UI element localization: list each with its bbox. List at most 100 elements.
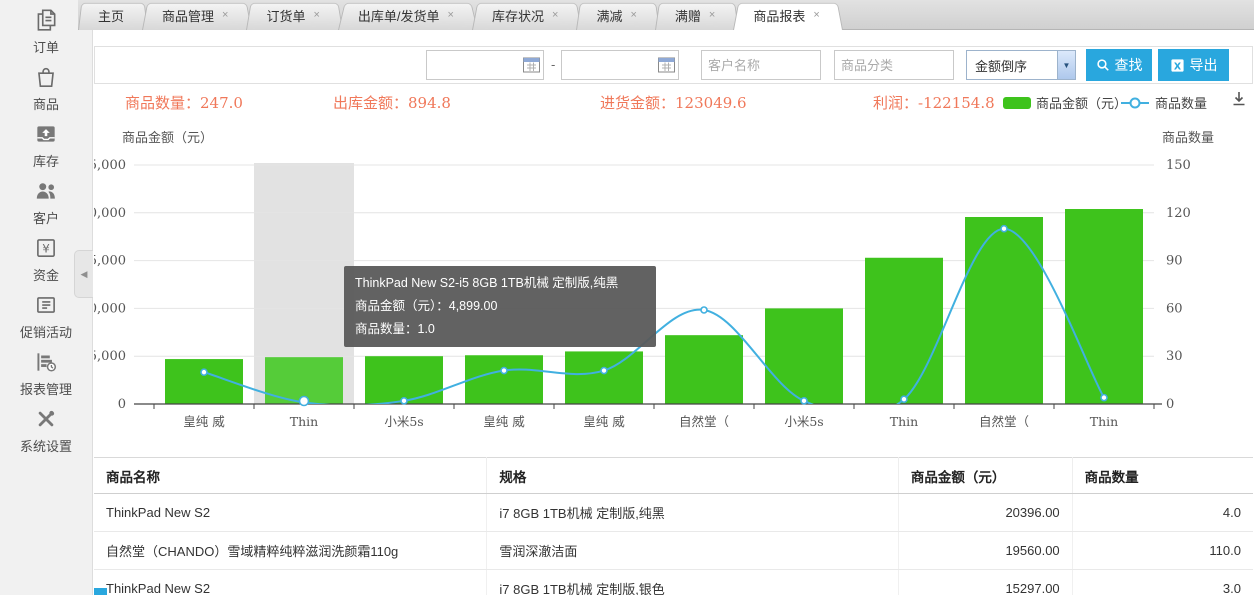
tab-gift[interactable]: 满赠×	[655, 0, 739, 30]
svg-text:120: 120	[1166, 206, 1191, 221]
main-content: - 金额倒序 ▼ 查找 X 导出 商品数量：247.0 出库金额：894.8 进…	[94, 30, 1254, 595]
svg-text:小米5s: 小米5s	[784, 414, 823, 429]
svg-text:小米5s: 小米5s	[384, 414, 423, 429]
export-button[interactable]: X 导出	[1158, 49, 1229, 81]
report-chart[interactable]: 005,0003010,0006015,0009020,00012025,000…	[94, 128, 1253, 444]
reports-icon	[33, 349, 59, 375]
product-category-input[interactable]	[834, 50, 954, 80]
sidebar-collapse-handle[interactable]: ◀	[74, 250, 93, 298]
tab-outbound-shipment[interactable]: 出库单/发货单×	[338, 0, 478, 30]
date-from-input[interactable]	[427, 51, 519, 79]
svg-text:皇纯 威: 皇纯 威	[483, 414, 525, 429]
svg-text:5,000: 5,000	[94, 349, 126, 364]
svg-text:150: 150	[1166, 158, 1191, 173]
sidebar-item-label: 商品	[33, 94, 59, 113]
products-icon	[33, 64, 59, 90]
tooltip-quantity: 商品数量：1.0	[355, 318, 645, 341]
search-icon	[1096, 58, 1110, 72]
svg-text:20,000: 20,000	[94, 206, 126, 221]
sidebar-item-products[interactable]: 商品	[0, 57, 92, 114]
chart-svg[interactable]: 005,0003010,0006015,0009020,00012025,000…	[94, 128, 1253, 444]
tab-discount[interactable]: 满减×	[576, 0, 660, 30]
col-spec: 规格	[487, 458, 898, 494]
legend-amount[interactable]: 商品金额（元）	[1003, 93, 1127, 112]
svg-text:10,000: 10,000	[94, 301, 126, 316]
date-to-input[interactable]	[562, 51, 654, 79]
svg-text:15,000: 15,000	[94, 254, 126, 269]
sidebar-item-label: 库存	[33, 151, 59, 170]
svg-text:Thin: Thin	[1090, 414, 1118, 429]
close-icon[interactable]: ×	[552, 10, 558, 21]
partial-footer-element	[94, 588, 107, 595]
date-from-field[interactable]	[426, 50, 544, 80]
table-row[interactable]: 自然堂（CHANDO）雪域精粹纯粹滋润洗颜霜110g 雪润深澈洁面 19560.…	[94, 532, 1253, 570]
settings-icon	[33, 406, 59, 432]
stat-purchase-amount: 进货金额：123049.6	[600, 92, 747, 113]
svg-text:25,000: 25,000	[94, 158, 126, 173]
svg-text:自然堂（: 自然堂（	[979, 414, 1029, 429]
inventory-icon	[33, 121, 59, 147]
excel-export-icon: X	[1170, 58, 1185, 73]
sidebar-item-label: 报表管理	[20, 379, 72, 398]
svg-text:自然堂（: 自然堂（	[679, 414, 729, 429]
svg-text:60: 60	[1166, 301, 1183, 316]
stat-outbound-amount: 出库金额：894.8	[333, 92, 451, 113]
stat-profit: 利润：-122154.8	[873, 92, 995, 113]
close-icon[interactable]: ×	[448, 10, 454, 21]
close-icon[interactable]: ×	[813, 10, 819, 21]
legend-quantity[interactable]: 商品数量	[1120, 93, 1207, 112]
date-range-separator: -	[551, 57, 555, 72]
chart-tooltip: ThinkPad New S2-i5 8GB 1TB机械 定制版,纯黑 商品金额…	[344, 266, 656, 347]
tab-home[interactable]: 主页	[78, 0, 148, 30]
orders-icon	[33, 7, 59, 33]
sidebar-item-label: 客户	[33, 208, 59, 227]
tab-inventory-status[interactable]: 库存状况×	[472, 0, 582, 30]
tab-product-report[interactable]: 商品报表×	[733, 0, 843, 30]
close-icon[interactable]: ×	[222, 10, 228, 21]
svg-text:商品金额（元）: 商品金额（元）	[122, 130, 213, 146]
svg-text:0: 0	[118, 397, 126, 412]
tab-bar: 主页 商品管理× 订货单× 出库单/发货单× 库存状况× 满减× 满赠× 商品报…	[78, 0, 1254, 30]
stat-product-quantity: 商品数量：247.0	[125, 92, 243, 113]
legend-line-swatch	[1120, 96, 1150, 110]
sidebar-item-label: 订单	[33, 37, 59, 56]
svg-text:0: 0	[1166, 397, 1174, 412]
tooltip-title: ThinkPad New S2-i5 8GB 1TB机械 定制版,纯黑	[355, 272, 645, 295]
sidebar-item-label: 促销活动	[20, 322, 72, 341]
svg-text:¥: ¥	[42, 241, 50, 255]
tab-order-form[interactable]: 订货单×	[246, 0, 343, 30]
close-icon[interactable]: ×	[630, 10, 636, 21]
tab-product-management[interactable]: 商品管理×	[142, 0, 252, 30]
search-button[interactable]: 查找	[1086, 49, 1152, 81]
date-to-field[interactable]	[561, 50, 679, 80]
sidebar-item-label: 资金	[33, 265, 59, 284]
legend-quantity-label: 商品数量	[1155, 93, 1207, 112]
sidebar-item-settings[interactable]: 系统设置	[0, 399, 92, 456]
svg-text:90: 90	[1166, 254, 1183, 269]
col-product-name: 商品名称	[94, 458, 487, 494]
chevron-down-icon: ▼	[1057, 51, 1075, 79]
col-quantity: 商品数量	[1072, 458, 1253, 494]
funds-icon: ¥	[33, 235, 59, 261]
promotions-icon	[33, 292, 59, 318]
sidebar-item-customers[interactable]: 客户	[0, 171, 92, 228]
close-icon[interactable]: ×	[709, 10, 715, 21]
table-row[interactable]: ThinkPad New S2 i7 8GB 1TB机械 定制版,纯黑 2039…	[94, 494, 1253, 532]
table-row[interactable]: ThinkPad New S2 i7 8GB 1TB机械 定制版,银色 1529…	[94, 570, 1253, 595]
sidebar-item-inventory[interactable]: 库存	[0, 114, 92, 171]
calendar-icon[interactable]	[658, 57, 675, 73]
sort-order-value: 金额倒序	[967, 56, 1057, 75]
download-icon[interactable]	[1230, 90, 1248, 113]
sort-order-select[interactable]: 金额倒序 ▼	[966, 50, 1076, 80]
sidebar-item-reports[interactable]: 报表管理	[0, 342, 92, 399]
calendar-icon[interactable]	[523, 57, 540, 73]
report-table: 商品名称 规格 商品金额（元） 商品数量 ThinkPad New S2 i7 …	[94, 457, 1253, 595]
sidebar-item-label: 系统设置	[20, 436, 72, 455]
customer-name-input[interactable]	[701, 50, 821, 80]
svg-text:X: X	[1173, 61, 1181, 72]
chevron-left-icon: ◀	[81, 269, 88, 280]
table-header-row: 商品名称 规格 商品金额（元） 商品数量	[94, 458, 1253, 494]
svg-text:商品数量: 商品数量	[1162, 131, 1214, 146]
tooltip-amount: 商品金额（元）：4,899.00	[355, 295, 645, 318]
close-icon[interactable]: ×	[313, 10, 319, 21]
